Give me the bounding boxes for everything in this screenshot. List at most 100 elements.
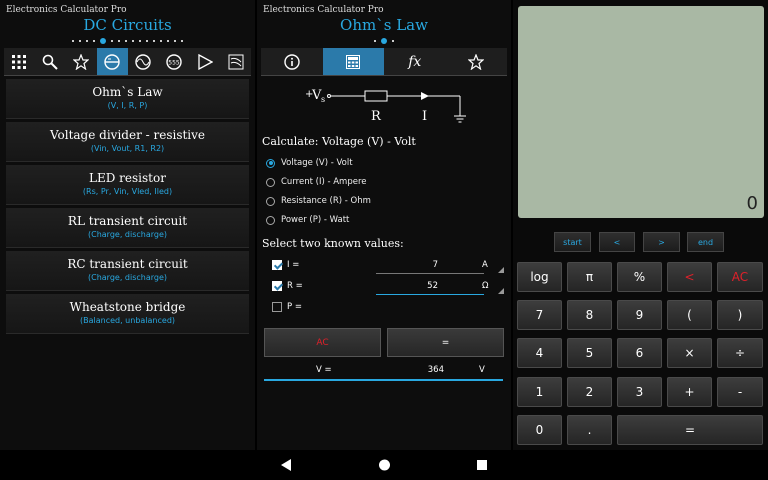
menu-item-subtitle: (Charge, discharge) <box>87 273 168 282</box>
minus-key[interactable]: - <box>717 377 763 407</box>
input-label: I = <box>287 260 300 270</box>
circuit-r-label: R <box>371 109 382 124</box>
radio-label: Resistance (R) - Ohm <box>281 196 371 206</box>
menu-item-title: RL transient circuit <box>67 214 188 228</box>
known-values-label: Select two known values: <box>262 237 404 250</box>
page-title: DC Circuits <box>83 16 172 34</box>
result-row: V = 364 V <box>264 362 503 381</box>
menu-item-rc-transient[interactable]: RC transient circuit (Charge, discharge) <box>6 251 249 291</box>
pi-key[interactable]: π <box>567 262 612 292</box>
radio-voltage[interactable]: Voltage (V) - Volt <box>266 156 353 170</box>
key-9[interactable]: 9 <box>617 300 662 330</box>
unit-dropdown-icon[interactable] <box>498 288 504 294</box>
home-icon[interactable] <box>378 458 391 472</box>
menu-item-ohms-law[interactable]: Ohm`s Law (V, I, R, P) <box>6 79 249 119</box>
input-label: P = <box>287 302 302 312</box>
menu-item-title: RC transient circuit <box>67 257 188 271</box>
result-label: V = <box>316 365 332 375</box>
ac-circuits-icon[interactable] <box>128 48 159 75</box>
menu-item-title: LED resistor <box>89 171 166 185</box>
cursor-left-button[interactable]: < <box>599 232 635 252</box>
menu-item-led-resistor[interactable]: LED resistor (Rs, Pr, Vin, Vled, Iled) <box>6 165 249 205</box>
percent-key[interactable]: % <box>617 262 662 292</box>
close-paren-key[interactable]: ) <box>717 300 763 330</box>
search-icon[interactable] <box>35 48 66 75</box>
calculator-icon[interactable] <box>322 48 384 75</box>
key-8[interactable]: 8 <box>567 300 612 330</box>
radio-button-selected[interactable] <box>266 158 275 168</box>
input-row-power: P = <box>272 299 503 317</box>
backspace-key[interactable]: < <box>667 262 712 292</box>
radio-button[interactable] <box>266 196 275 206</box>
grid-icon[interactable] <box>4 48 35 75</box>
radio-power[interactable]: Power (P) - Watt <box>266 213 349 227</box>
radio-button[interactable] <box>266 177 275 187</box>
key-6[interactable]: 6 <box>617 338 662 368</box>
cursor-start-button[interactable]: start <box>554 232 591 252</box>
menu-item-wheatstone-bridge[interactable]: Wheatstone bridge (Balanced, unbalanced) <box>6 294 249 334</box>
menu-item-title: Wheatstone bridge <box>69 300 186 314</box>
key-3[interactable]: 3 <box>617 377 662 407</box>
checkbox-resistance[interactable] <box>272 281 282 291</box>
display-value: 0 <box>746 193 758 214</box>
circuit-menu: Ohm`s Law (V, I, R, P) Voltage divider -… <box>6 79 249 337</box>
radio-label: Voltage (V) - Volt <box>281 158 353 168</box>
resistance-field[interactable]: 52 <box>376 281 484 295</box>
back-icon[interactable] <box>280 458 292 472</box>
calculate-label: Calculate: Voltage (V) - Volt <box>262 135 416 148</box>
radio-button[interactable] <box>266 215 275 225</box>
checkbox-power[interactable] <box>272 302 282 312</box>
input-row-current: I = 7 A <box>272 257 504 275</box>
dc-circuits-panel: Electronics Calculator Pro DC Circuits 5… <box>0 0 255 450</box>
plus-key[interactable]: + <box>667 377 712 407</box>
star-icon[interactable] <box>66 48 97 75</box>
svg-text:555: 555 <box>168 59 180 66</box>
app-name: Electronics Calculator Pro <box>6 5 127 15</box>
divide-key[interactable]: ÷ <box>717 338 763 368</box>
radio-label: Current (I) - Ampere <box>281 177 367 187</box>
key-7[interactable]: 7 <box>517 300 562 330</box>
cursor-end-button[interactable]: end <box>687 232 724 252</box>
page-indicator <box>257 38 511 44</box>
clear-key[interactable]: AC <box>717 262 763 292</box>
key-4[interactable]: 4 <box>517 338 562 368</box>
open-paren-key[interactable]: ( <box>667 300 712 330</box>
menu-item-subtitle: (Rs, Pr, Vin, Vled, Iled) <box>82 187 173 196</box>
menu-item-rl-transient[interactable]: RL transient circuit (Charge, discharge) <box>6 208 249 248</box>
menu-item-subtitle: (Vin, Vout, R1, R2) <box>90 144 165 153</box>
circuit-vs-sub: s <box>321 95 325 104</box>
recents-icon[interactable] <box>476 458 488 472</box>
multiply-key[interactable]: × <box>667 338 712 368</box>
dc-circuits-icon[interactable] <box>96 48 128 75</box>
unit-dropdown-icon[interactable] <box>498 267 504 273</box>
amplifier-icon[interactable] <box>189 48 220 75</box>
radio-current[interactable]: Current (I) - Ampere <box>266 175 367 189</box>
decimal-key[interactable]: . <box>567 415 612 445</box>
key-2[interactable]: 2 <box>567 377 612 407</box>
star-icon[interactable] <box>446 48 508 75</box>
info-icon[interactable] <box>261 48 323 75</box>
log-key[interactable]: log <box>517 262 562 292</box>
key-5[interactable]: 5 <box>567 338 612 368</box>
menu-item-voltage-divider[interactable]: Voltage divider - resistive (Vin, Vout, … <box>6 122 249 162</box>
cursor-right-button[interactable]: > <box>643 232 680 252</box>
formula-icon[interactable]: fx <box>384 48 446 75</box>
unit-label: Ω <box>482 281 489 291</box>
ac-button[interactable]: AC <box>264 328 381 357</box>
result-value: 364 <box>427 365 444 375</box>
app-name: Electronics Calculator Pro <box>263 5 384 15</box>
system-navigation-bar <box>0 450 768 480</box>
key-0[interactable]: 0 <box>517 415 562 445</box>
current-field[interactable]: 7 <box>376 260 484 274</box>
page-title: Ohm`s Law <box>340 16 428 34</box>
key-1[interactable]: 1 <box>517 377 562 407</box>
ic-555-icon[interactable]: 555 <box>158 48 189 75</box>
circuit-diagram: + V s R I <box>305 88 466 124</box>
formula-label: fx <box>408 53 422 70</box>
equals-button[interactable]: = <box>387 328 504 357</box>
filter-icon[interactable] <box>220 48 251 75</box>
equals-key[interactable]: = <box>617 415 763 445</box>
radio-resistance[interactable]: Resistance (R) - Ohm <box>266 194 371 208</box>
menu-item-subtitle: (Charge, discharge) <box>87 230 168 239</box>
checkbox-current[interactable] <box>272 260 282 270</box>
